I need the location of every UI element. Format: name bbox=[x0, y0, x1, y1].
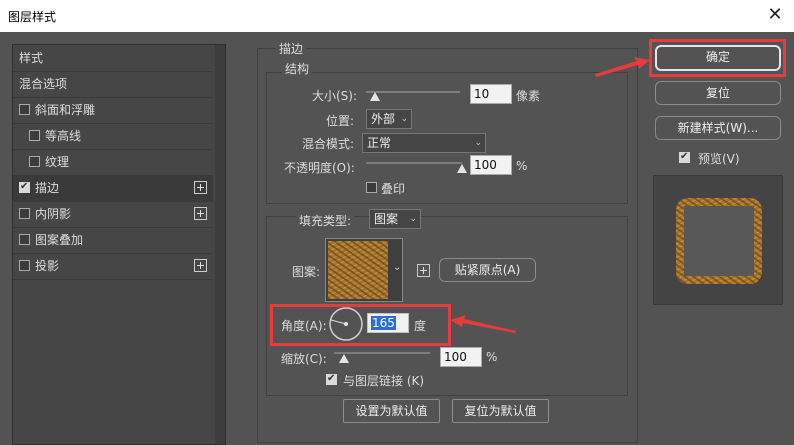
overprint-checkbox[interactable] bbox=[366, 182, 377, 193]
drop-shadow-checkbox[interactable] bbox=[19, 260, 30, 271]
sidebar-scrollbar[interactable] bbox=[215, 45, 225, 444]
sidebar-item-label: 混合选项 bbox=[19, 77, 68, 91]
inner-shadow-checkbox[interactable] bbox=[19, 208, 30, 219]
stroke-section-title: 描边 bbox=[276, 40, 307, 57]
fill-type-select[interactable]: 图案 ⌄ bbox=[369, 209, 421, 229]
style-list: 样式 混合选项 斜面和浮雕 等高线 纹理 描边 内阴影 图案叠加 投影 bbox=[12, 44, 226, 445]
size-unit: 像素 bbox=[516, 89, 541, 103]
contour-checkbox[interactable] bbox=[29, 130, 40, 141]
style-preview bbox=[653, 175, 783, 305]
overprint-label: 叠印 bbox=[381, 182, 406, 196]
sidebar-item-blending-options[interactable]: 混合选项 bbox=[13, 71, 213, 98]
position-label: 位置: bbox=[326, 114, 355, 128]
sidebar-item-pattern-overlay[interactable]: 图案叠加 bbox=[13, 227, 213, 254]
opacity-input[interactable]: 100 bbox=[470, 155, 512, 175]
chevron-down-icon[interactable]: ⌄ bbox=[393, 262, 401, 273]
close-icon[interactable]: ✕ bbox=[764, 4, 786, 26]
opacity-label: 不透明度(O): bbox=[284, 161, 355, 175]
snap-to-origin-button[interactable]: 贴紧原点(A) bbox=[439, 258, 536, 282]
position-select[interactable]: 外部 ⌄ bbox=[366, 109, 412, 129]
chevron-down-icon: ⌄ bbox=[409, 214, 417, 224]
pattern-overlay-checkbox[interactable] bbox=[19, 234, 30, 245]
size-input[interactable]: 10 bbox=[470, 84, 512, 104]
fill-type-value: 图案 bbox=[374, 212, 399, 226]
chevron-down-icon: ⌄ bbox=[400, 114, 408, 124]
sidebar-item-label: 投影 bbox=[35, 259, 60, 273]
preview-label: 预览(V) bbox=[698, 152, 740, 166]
sidebar-item-label: 样式 bbox=[19, 51, 44, 65]
add-inner-shadow-icon[interactable] bbox=[194, 207, 207, 220]
angle-input[interactable]: 165 bbox=[367, 313, 409, 333]
add-stroke-icon[interactable] bbox=[194, 181, 207, 194]
title-bar: 图层样式 ✕ bbox=[0, 0, 794, 32]
scale-unit: % bbox=[486, 350, 498, 364]
chevron-down-icon: ⌄ bbox=[474, 138, 482, 148]
sidebar-item-label: 等高线 bbox=[45, 129, 82, 143]
window-title: 图层样式 bbox=[8, 10, 57, 24]
sidebar-item-label: 纹理 bbox=[45, 155, 70, 169]
angle-value: 165 bbox=[371, 316, 396, 330]
link-with-layer-checkbox[interactable] bbox=[326, 372, 337, 386]
texture-checkbox[interactable] bbox=[29, 156, 40, 167]
bevel-emboss-checkbox[interactable] bbox=[19, 104, 30, 115]
pattern-label: 图案: bbox=[292, 265, 321, 279]
angle-dial-icon[interactable] bbox=[328, 306, 364, 342]
scale-slider-thumb[interactable] bbox=[338, 354, 349, 363]
preview-fill bbox=[684, 206, 754, 276]
sidebar-item-stroke[interactable]: 描边 bbox=[13, 175, 213, 202]
sidebar-item-styles[interactable]: 样式 bbox=[13, 45, 213, 72]
pattern-swatch bbox=[328, 241, 388, 299]
reset-button[interactable]: 复位 bbox=[655, 81, 781, 105]
red-arrow-angle bbox=[450, 315, 516, 333]
sidebar-item-drop-shadow[interactable]: 投影 bbox=[13, 253, 213, 280]
preview-checkbox[interactable] bbox=[679, 150, 690, 164]
pattern-picker[interactable] bbox=[325, 238, 403, 302]
opacity-slider-thumb[interactable] bbox=[457, 164, 467, 173]
reset-to-default-button[interactable]: 复位为默认值 bbox=[452, 399, 549, 423]
angle-unit: 度 bbox=[414, 319, 427, 333]
stroke-checkbox[interactable] bbox=[19, 180, 30, 194]
size-label: 大小(S): bbox=[312, 89, 358, 103]
opacity-unit: % bbox=[516, 159, 528, 173]
blend-mode-select[interactable]: 正常 ⌄ bbox=[362, 133, 486, 153]
sidebar-item-label: 斜面和浮雕 bbox=[35, 103, 96, 117]
add-drop-shadow-icon[interactable] bbox=[194, 259, 207, 272]
new-style-button[interactable]: 新建样式(W)... bbox=[655, 116, 781, 140]
structure-title: 结构 bbox=[282, 60, 313, 77]
fill-type-label: 填充类型: bbox=[296, 212, 355, 229]
position-value: 外部 bbox=[371, 112, 396, 126]
new-preset-icon[interactable] bbox=[417, 264, 430, 277]
size-slider-thumb[interactable] bbox=[370, 92, 381, 101]
link-with-layer-label: 与图层链接 (K) bbox=[343, 374, 425, 388]
blend-mode-value: 正常 bbox=[367, 136, 392, 150]
sidebar-item-label: 图案叠加 bbox=[35, 233, 84, 247]
make-default-button[interactable]: 设置为默认值 bbox=[343, 399, 440, 423]
sidebar-item-label: 内阴影 bbox=[35, 207, 72, 221]
sidebar-item-label: 描边 bbox=[35, 181, 60, 195]
opacity-slider[interactable] bbox=[366, 162, 462, 164]
red-arrow-ok bbox=[595, 57, 650, 77]
sidebar-item-texture[interactable]: 纹理 bbox=[13, 149, 213, 176]
blend-mode-label: 混合模式: bbox=[302, 137, 355, 151]
ok-button[interactable]: 确定 bbox=[655, 45, 781, 71]
angle-label: 角度(A): bbox=[281, 319, 327, 333]
scale-label: 缩放(C): bbox=[281, 352, 327, 366]
sidebar-item-contour[interactable]: 等高线 bbox=[13, 123, 213, 150]
scale-input[interactable]: 100 bbox=[440, 347, 482, 367]
sidebar-item-inner-shadow[interactable]: 内阴影 bbox=[13, 201, 213, 228]
sidebar-item-bevel-emboss[interactable]: 斜面和浮雕 bbox=[13, 97, 213, 124]
